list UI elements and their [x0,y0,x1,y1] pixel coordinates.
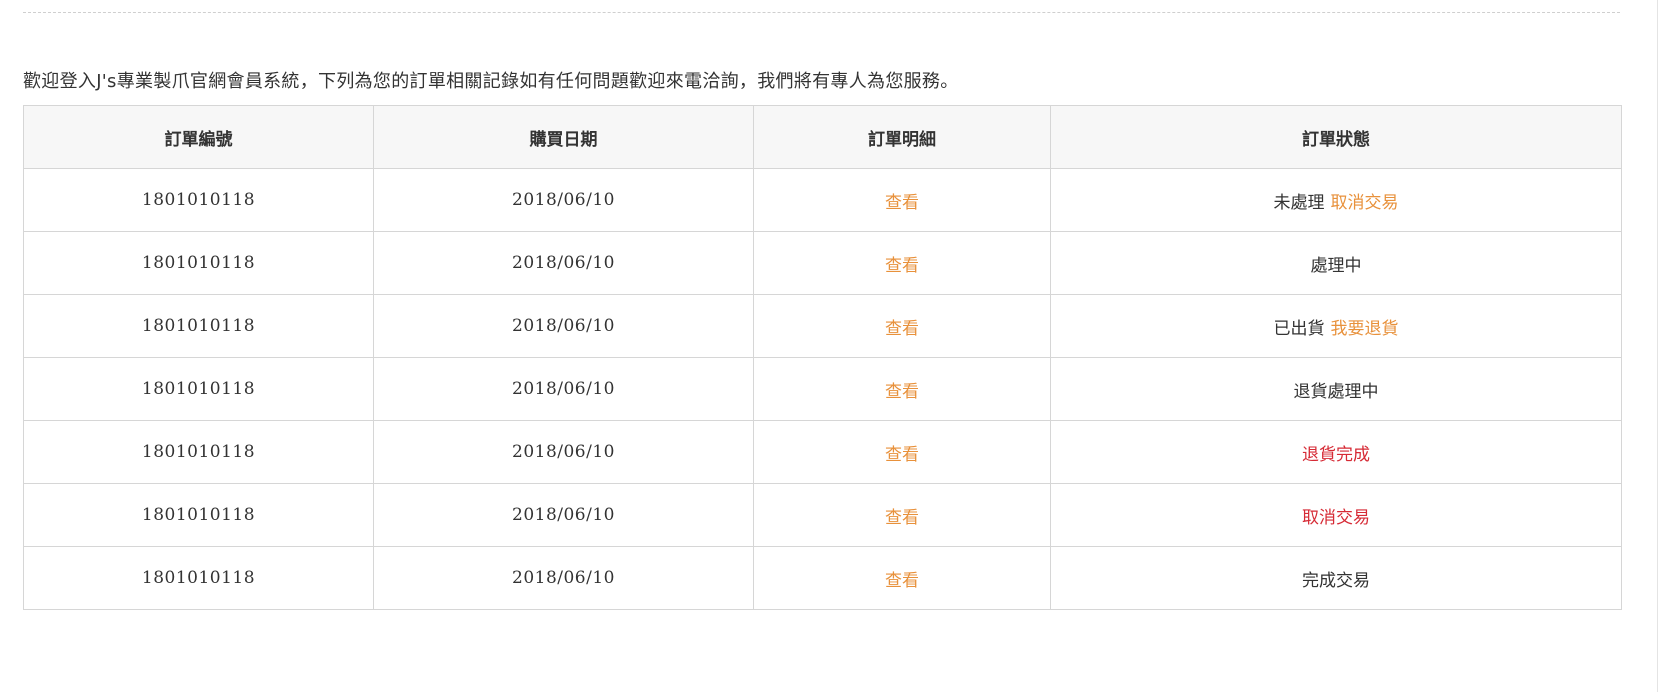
table-header-row: 訂單編號 購買日期 訂單明細 訂單狀態 [23,105,1622,169]
detail-cell: 查看 [753,231,1051,295]
order-number: 1801010118 [23,420,374,484]
order-number: 1801010118 [23,231,374,295]
table-row: 1801010118 2018/06/10 查看 退貨處理中 [23,357,1622,421]
purchase-date: 2018/06/10 [373,231,754,295]
status-text: 退貨處理中 [1293,381,1379,402]
top-divider [23,12,1620,13]
detail-cell: 查看 [753,483,1051,547]
detail-cell: 查看 [753,168,1051,232]
view-detail-link[interactable]: 查看 [885,382,919,402]
status-cell: 未處理 取消交易 [1050,168,1622,232]
table-row: 1801010118 2018/06/10 查看 未處理 取消交易 [23,168,1622,232]
status-text: 取消交易 [1302,507,1370,528]
page-edge-line [1657,0,1658,692]
detail-cell: 查看 [753,546,1051,610]
order-number: 1801010118 [23,168,374,232]
table-row: 1801010118 2018/06/10 查看 已出貨 我要退貨 [23,294,1622,358]
request-return-link[interactable]: 我要退貨 [1331,319,1399,339]
purchase-date: 2018/06/10 [373,357,754,421]
status-text: 未處理 [1273,192,1325,213]
status-cell: 已出貨 我要退貨 [1050,294,1622,358]
status-cell: 處理中 [1050,231,1622,295]
order-number: 1801010118 [23,483,374,547]
header-order-number: 訂單編號 [23,105,374,169]
status-cell: 退貨完成 [1050,420,1622,484]
purchase-date: 2018/06/10 [373,546,754,610]
status-cell: 完成交易 [1050,546,1622,610]
detail-cell: 查看 [753,357,1051,421]
detail-cell: 查看 [753,420,1051,484]
orders-table: 訂單編號 購買日期 訂單明細 訂單狀態 1801010118 2018/06/1… [23,105,1622,610]
cancel-order-link[interactable]: 取消交易 [1331,193,1399,213]
header-order-status: 訂單狀態 [1050,105,1622,169]
purchase-date: 2018/06/10 [373,420,754,484]
purchase-date: 2018/06/10 [373,294,754,358]
status-cell: 退貨處理中 [1050,357,1622,421]
purchase-date: 2018/06/10 [373,483,754,547]
welcome-message: 歡迎登入J's專業製爪官網會員系統，下列為您的訂單相關記錄如有任何問題歡迎來電洽… [23,71,959,92]
header-order-detail: 訂單明細 [753,105,1051,169]
status-text: 處理中 [1310,255,1362,276]
order-number: 1801010118 [23,546,374,610]
table-row: 1801010118 2018/06/10 查看 完成交易 [23,546,1622,610]
status-text: 完成交易 [1302,570,1370,591]
header-purchase-date: 購買日期 [373,105,754,169]
view-detail-link[interactable]: 查看 [885,256,919,276]
status-text: 退貨完成 [1302,444,1370,465]
status-cell: 取消交易 [1050,483,1622,547]
table-row: 1801010118 2018/06/10 查看 處理中 [23,231,1622,295]
status-text: 已出貨 [1273,318,1325,339]
table-row: 1801010118 2018/06/10 查看 取消交易 [23,483,1622,547]
table-row: 1801010118 2018/06/10 查看 退貨完成 [23,420,1622,484]
detail-cell: 查看 [753,294,1051,358]
view-detail-link[interactable]: 查看 [885,508,919,528]
order-number: 1801010118 [23,357,374,421]
purchase-date: 2018/06/10 [373,168,754,232]
order-number: 1801010118 [23,294,374,358]
view-detail-link[interactable]: 查看 [885,193,919,213]
view-detail-link[interactable]: 查看 [885,445,919,465]
view-detail-link[interactable]: 查看 [885,571,919,591]
view-detail-link[interactable]: 查看 [885,319,919,339]
